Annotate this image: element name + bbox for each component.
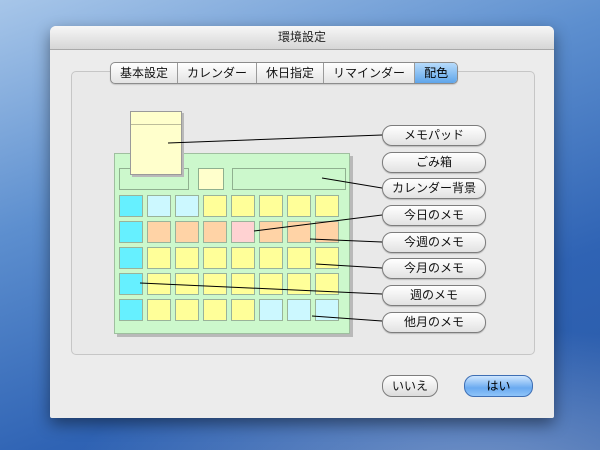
preview-day-cell-month [147, 247, 171, 269]
preview-day-cell-week [119, 221, 143, 243]
calendar-preview [114, 153, 350, 334]
preview-day-grid [119, 195, 339, 321]
color-button-othermonth-memo[interactable]: 他月のメモ [382, 312, 486, 333]
tab-color-scheme[interactable]: 配色 [415, 63, 458, 83]
preview-day-cell-month [231, 247, 255, 269]
preview-day-cell-month [259, 273, 283, 295]
preview-day-cell-week [119, 273, 143, 295]
preview-day-cell-month [175, 273, 199, 295]
preview-day-cell-month [315, 273, 339, 295]
preview-day-cell-month [175, 299, 199, 321]
preview-day-cell-month [287, 273, 311, 295]
preview-day-cell-month [203, 247, 227, 269]
ok-button[interactable]: はい [464, 375, 533, 397]
preview-day-cell-month [259, 247, 283, 269]
preview-day-cell-week [119, 247, 143, 269]
color-button-week-memo[interactable]: 週のメモ [382, 285, 486, 306]
preview-day-cell-week [119, 299, 143, 321]
color-button-thismonth-memo[interactable]: 今月のメモ [382, 258, 486, 279]
preview-day-cell-thisweek [147, 221, 171, 243]
preview-day-cell-today [231, 221, 255, 243]
preview-day-cell-month [231, 273, 255, 295]
preview-day-cell-other [175, 195, 199, 217]
preview-day-cell-month [231, 299, 255, 321]
preview-day-cell-week [119, 195, 143, 217]
preview-day-cell-other [259, 299, 283, 321]
preview-day-cell-month [175, 247, 199, 269]
preview-day-cell-thisweek [203, 221, 227, 243]
preview-day-cell-month [315, 247, 339, 269]
preview-day-cell-month [147, 273, 171, 295]
preferences-window: 環境設定 基本設定 カレンダー 休日指定 リマインダー 配色 メモパッド ごみ箱… [50, 26, 554, 418]
tab-basic-settings[interactable]: 基本設定 [111, 63, 179, 83]
preview-day-cell-month [203, 273, 227, 295]
preview-day-cell-thisweek [175, 221, 199, 243]
preview-day-cell-other [287, 299, 311, 321]
color-button-today-memo[interactable]: 今日のメモ [382, 205, 486, 226]
preview-day-cell-thisweek [259, 221, 283, 243]
preview-day-cell-other [147, 195, 171, 217]
preview-day-cell-thisweek [315, 221, 339, 243]
preview-day-cell-month [231, 195, 255, 217]
color-button-memopad[interactable]: メモパッド [382, 125, 486, 146]
window-title: 環境設定 [50, 26, 554, 50]
preview-trash-box [198, 168, 224, 190]
preview-day-cell-month [259, 195, 283, 217]
tab-bar: 基本設定 カレンダー 休日指定 リマインダー 配色 [110, 62, 459, 84]
preview-day-cell-thisweek [287, 221, 311, 243]
preview-day-cell-other [315, 299, 339, 321]
color-button-thisweek-memo[interactable]: 今週のメモ [382, 232, 486, 253]
tab-holidays[interactable]: 休日指定 [257, 63, 325, 83]
preview-memo-pad [130, 111, 182, 175]
color-button-calendar-bg[interactable]: カレンダー背景 [382, 178, 486, 199]
preview-day-cell-month [287, 195, 311, 217]
preview-day-cell-month [203, 299, 227, 321]
preview-day-cell-month [147, 299, 171, 321]
preview-day-cell-month [315, 195, 339, 217]
preview-day-cell-month [287, 247, 311, 269]
preview-header-right [232, 168, 346, 190]
preview-day-cell-month [203, 195, 227, 217]
color-button-trash[interactable]: ごみ箱 [382, 152, 486, 173]
tab-calendar[interactable]: カレンダー [178, 63, 258, 83]
cancel-button[interactable]: いいえ [382, 375, 438, 397]
tab-reminder[interactable]: リマインダー [324, 63, 416, 83]
